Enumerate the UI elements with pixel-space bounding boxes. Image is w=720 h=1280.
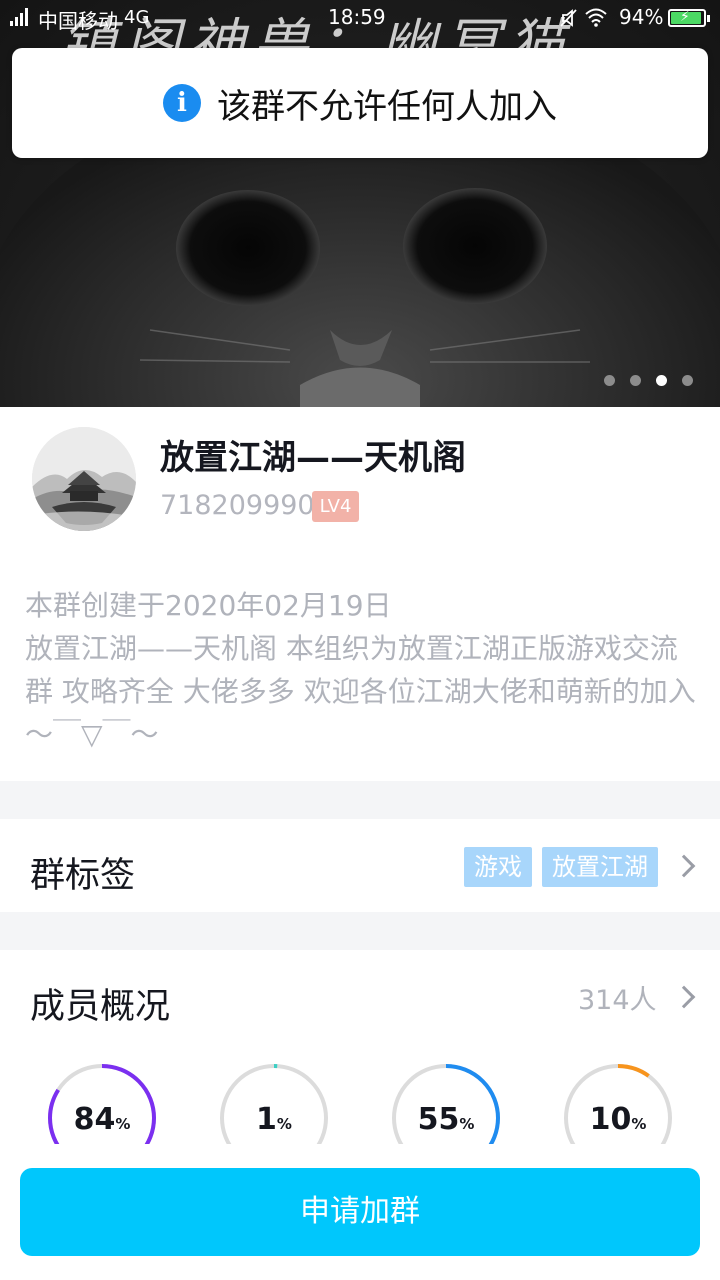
signal-icon [10,8,34,26]
stat-value: 1% [256,1102,292,1137]
tags-title: 群标签 [30,856,136,896]
mute-icon [560,9,577,27]
stat-unit: % [631,1115,647,1133]
pager-dot [656,375,667,386]
group-description: 本群创建于2020年02月19日放置江湖——天机阁 本组织为放置江湖正版游戏交流… [25,584,700,756]
pager-dot [630,375,641,386]
pager-dot [604,375,615,386]
description-line: 本群创建于2020年02月19日 [25,589,392,622]
carrier-label: 中国移动 [38,9,118,33]
group-id: 718209990 [160,490,315,521]
pager-dot [682,375,693,386]
battery-icon: ⚡ [668,9,710,27]
toast-message: 该群不允许任何人加入 [217,86,557,127]
section-divider [0,781,720,819]
group-level-badge: LV4 [312,491,359,522]
group-tag: 游戏 [464,847,532,887]
group-avatar[interactable] [32,427,136,531]
info-icon: i [163,84,201,122]
group-name: 放置江湖——天机阁 [160,438,466,478]
stat-unit: % [276,1115,292,1133]
status-bar: 中国移动 4G 18:59 94% ⚡ [0,0,720,36]
group-tag: 放置江湖 [542,847,658,887]
apply-join-button[interactable]: 申请加群 [20,1168,700,1256]
stat-unit: % [459,1115,475,1133]
wifi-icon [585,8,607,27]
stat-value: 10% [589,1102,647,1137]
toast-notification: i 该群不允许任何人加入 [12,48,708,158]
clock: 18:59 [328,5,386,29]
stat-unit: % [115,1115,131,1133]
member-overview-title: 成员概况 [30,987,171,1027]
stat-value: 55% [417,1102,475,1137]
banner-pager-dots [604,375,708,386]
battery-percent: 94% [619,5,664,29]
member-count: 314人 [578,985,657,1016]
network-label: 4G [124,7,150,28]
description-line: 放置江湖——天机阁 本组织为放置江湖正版游戏交流群 攻略齐全 大佬多多 欢迎各位… [25,632,696,751]
stat-value: 84% [73,1102,131,1137]
section-divider [0,912,720,950]
